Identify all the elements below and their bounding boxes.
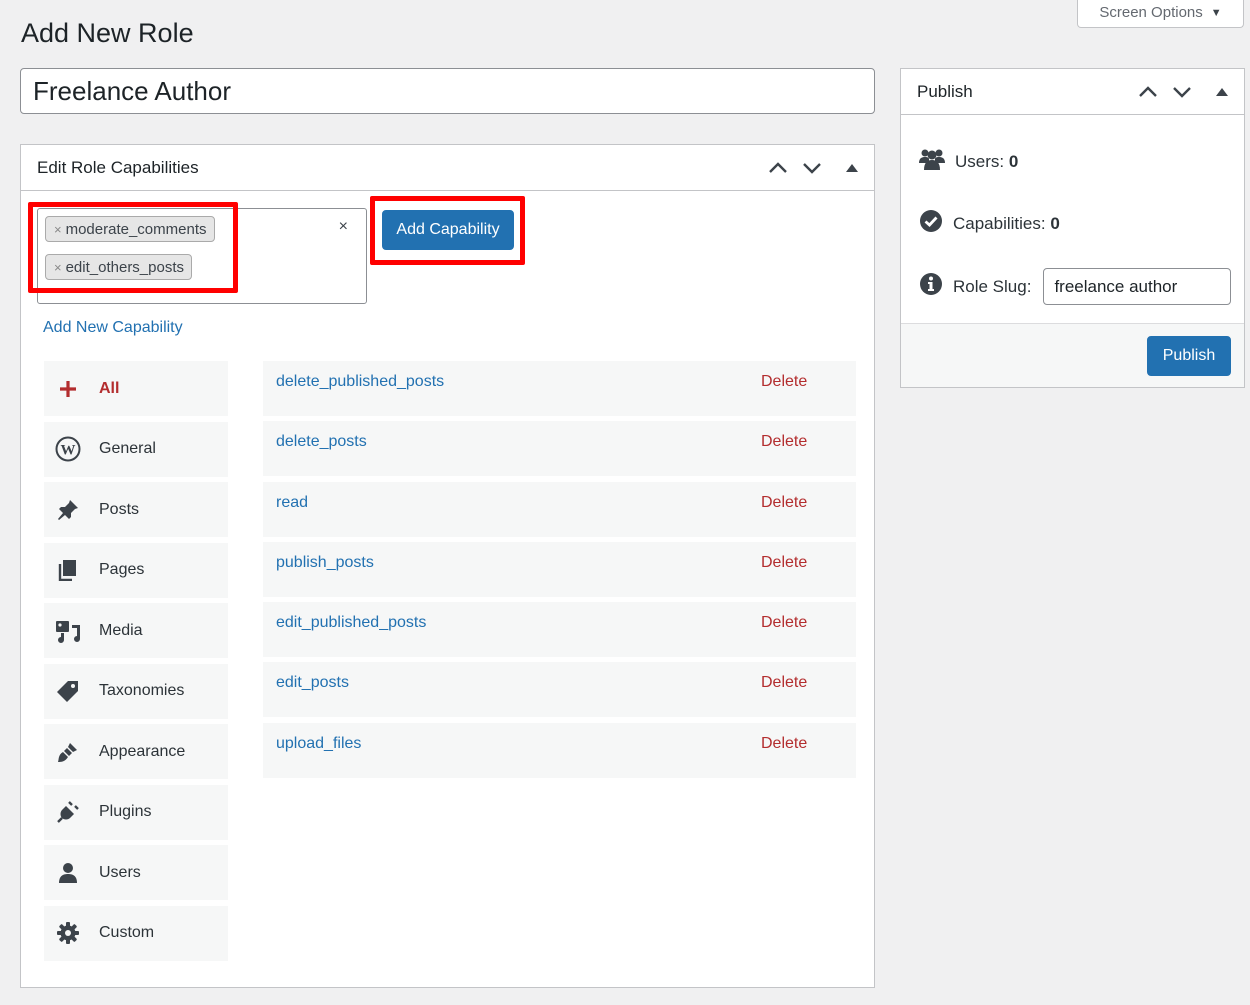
category-general[interactable]: W General xyxy=(44,421,228,477)
category-users[interactable]: Users xyxy=(44,845,228,900)
capability-name-link[interactable]: delete_posts xyxy=(276,433,367,451)
delete-capability-link[interactable]: Delete xyxy=(761,735,807,753)
capability-row: publish_posts Delete xyxy=(263,541,856,597)
gear-icon xyxy=(55,920,81,946)
add-button-highlight-box xyxy=(370,196,525,265)
capability-name-link[interactable]: upload_files xyxy=(276,735,361,753)
plugin-icon xyxy=(55,799,81,825)
box-handle-actions xyxy=(1138,85,1228,98)
delete-capability-link[interactable]: Delete xyxy=(761,373,807,391)
delete-capability-link[interactable]: Delete xyxy=(761,433,807,451)
category-custom[interactable]: Custom xyxy=(44,905,228,961)
users-label: Users: xyxy=(955,151,1005,171)
category-label: Media xyxy=(99,621,143,639)
capabilities-box-header: Edit Role Capabilities xyxy=(21,145,874,191)
capabilities-label: Capabilities: xyxy=(953,213,1046,233)
delete-capability-link[interactable]: Delete xyxy=(761,674,807,692)
category-media[interactable]: Media xyxy=(44,603,228,658)
move-down-icon[interactable] xyxy=(1172,86,1192,98)
category-list: All W General Posts Pages Media Taxonomi… xyxy=(44,361,228,966)
plus-icon xyxy=(55,376,81,402)
category-label: Taxonomies xyxy=(99,682,185,699)
capability-name-link[interactable]: delete_published_posts xyxy=(276,373,444,391)
capability-row: delete_posts Delete xyxy=(263,421,856,477)
user-icon xyxy=(55,860,81,886)
category-appearance[interactable]: Appearance xyxy=(44,724,228,779)
pin-icon xyxy=(55,497,81,523)
publish-box-header: Publish xyxy=(901,69,1244,115)
svg-text:W: W xyxy=(61,443,76,459)
category-taxonomies[interactable]: Taxonomies xyxy=(44,663,228,719)
category-pages[interactable]: Pages xyxy=(44,542,228,598)
info-icon xyxy=(919,272,943,301)
capability-name-link[interactable]: publish_posts xyxy=(276,554,374,572)
collapse-toggle-icon[interactable] xyxy=(846,163,858,172)
move-up-icon[interactable] xyxy=(768,161,788,174)
category-label: Custom xyxy=(99,924,155,941)
capability-name-link[interactable]: read xyxy=(276,494,308,512)
category-label: Posts xyxy=(99,500,140,518)
capability-row: delete_published_posts Delete xyxy=(263,361,856,416)
capability-row: edit_published_posts Delete xyxy=(263,602,856,658)
users-count: 0 xyxy=(1008,151,1019,171)
role-name-input[interactable]: Freelance Author xyxy=(20,68,875,114)
role-slug-label: Role Slug: xyxy=(953,276,1032,296)
role-slug-row: Role Slug: freelance author xyxy=(919,268,1232,305)
check-circle-icon xyxy=(919,209,943,238)
capability-list: delete_published_posts Delete delete_pos… xyxy=(263,361,856,783)
wordpress-icon: W xyxy=(55,436,81,462)
delete-capability-link[interactable]: Delete xyxy=(761,614,807,632)
capabilities-count-row: Capabilities: 0 xyxy=(919,209,1060,238)
media-icon xyxy=(55,618,81,644)
move-down-icon[interactable] xyxy=(802,162,822,174)
move-up-icon[interactable] xyxy=(1138,85,1158,98)
role-slug-input[interactable]: freelance author xyxy=(1043,268,1232,305)
collapse-toggle-icon[interactable] xyxy=(1216,87,1228,96)
capabilities-box: Edit Role Capabilities × moderate_commen… xyxy=(20,144,875,988)
add-new-capability-link[interactable]: Add New Capability xyxy=(43,319,183,337)
delete-capability-link[interactable]: Delete xyxy=(761,494,807,512)
publish-button[interactable]: Publish xyxy=(1147,336,1231,376)
capability-name-link[interactable]: edit_posts xyxy=(276,674,349,692)
capability-row: edit_posts Delete xyxy=(263,662,856,718)
tags-highlight-box xyxy=(28,202,238,293)
publish-box: Publish Users: 0 Capabilities: 0 Role Sl… xyxy=(900,68,1245,388)
capability-row: read Delete xyxy=(263,481,856,537)
brush-icon xyxy=(55,739,81,765)
box-handle-actions xyxy=(768,161,858,174)
users-count-row: Users: 0 xyxy=(919,147,1018,176)
category-label: Users xyxy=(99,863,141,881)
screen-options-button[interactable]: Screen Options ▼ xyxy=(1077,0,1244,28)
page-title: Add New Role xyxy=(21,18,194,48)
delete-capability-link[interactable]: Delete xyxy=(761,554,807,572)
publish-box-title: Publish xyxy=(917,81,973,101)
tag-icon xyxy=(55,678,81,704)
category-all[interactable]: All xyxy=(44,361,228,416)
category-plugins[interactable]: Plugins xyxy=(44,784,228,840)
caret-down-icon: ▼ xyxy=(1210,6,1222,19)
screen-options-label: Screen Options xyxy=(1099,4,1203,21)
capabilities-count: 0 xyxy=(1050,213,1060,233)
users-group-icon xyxy=(919,147,945,176)
capability-row: upload_files Delete xyxy=(263,722,856,778)
capabilities-box-title: Edit Role Capabilities xyxy=(37,157,199,177)
clear-all-icon[interactable]: × xyxy=(339,218,348,236)
capability-name-link[interactable]: edit_published_posts xyxy=(276,614,426,632)
category-label: Pages xyxy=(99,561,145,578)
publish-actions: Publish xyxy=(901,323,1244,387)
category-label: All xyxy=(99,379,120,397)
category-label: Plugins xyxy=(99,803,152,820)
category-label: Appearance xyxy=(99,742,186,760)
category-posts[interactable]: Posts xyxy=(44,482,228,537)
pages-icon xyxy=(55,557,81,583)
category-label: General xyxy=(99,440,156,457)
